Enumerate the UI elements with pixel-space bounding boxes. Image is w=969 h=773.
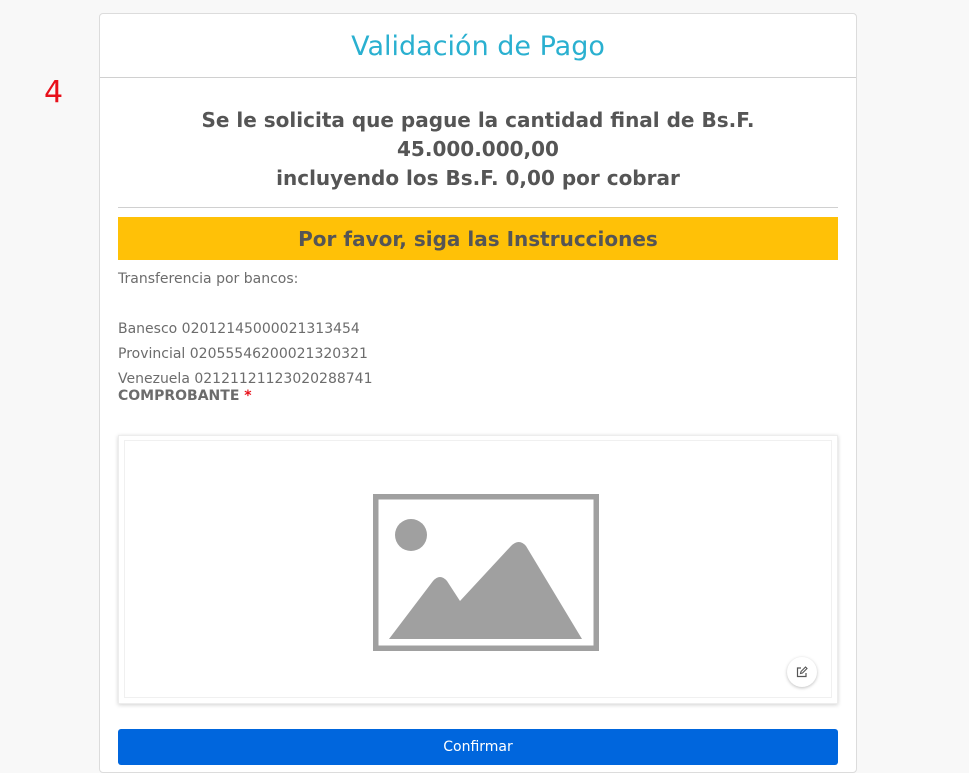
instructions-banner: Por favor, siga las Instrucciones xyxy=(118,217,838,260)
edit-image-button[interactable] xyxy=(787,657,817,687)
receipt-label: COMPROBANTE * xyxy=(118,388,838,404)
divider xyxy=(118,207,838,208)
payment-validation-card: Validación de Pago Se le solicita que pa… xyxy=(99,13,857,773)
amount-message: Se le solicita que pague la cantidad fin… xyxy=(118,106,838,193)
card-header: Validación de Pago xyxy=(100,14,856,78)
card-title: Validación de Pago xyxy=(351,31,605,62)
amount-line-2: incluyendo los Bs.F. 0,00 por cobrar xyxy=(276,166,680,190)
receipt-image-upload[interactable] xyxy=(118,435,838,704)
step-number: 4 xyxy=(44,75,64,110)
bank-account-provincial: Provincial 02055546200021320321 xyxy=(118,346,368,362)
transfer-label: Transferencia por bancos: xyxy=(118,271,299,287)
image-placeholder-icon xyxy=(373,494,599,651)
receipt-label-text: COMPROBANTE xyxy=(118,388,240,404)
card-body: Se le solicita que pague la cantidad fin… xyxy=(100,106,856,765)
required-star: * xyxy=(244,388,252,404)
bank-list: Banesco 02012145000021313454 Provincial … xyxy=(118,317,838,392)
amount-line-1: Se le solicita que pague la cantidad fin… xyxy=(201,108,755,161)
edit-icon xyxy=(796,666,808,678)
bank-account-banesco: Banesco 02012145000021313454 xyxy=(118,321,360,337)
receipt-image-area xyxy=(124,440,832,698)
confirm-button[interactable]: Confirmar xyxy=(118,729,838,765)
